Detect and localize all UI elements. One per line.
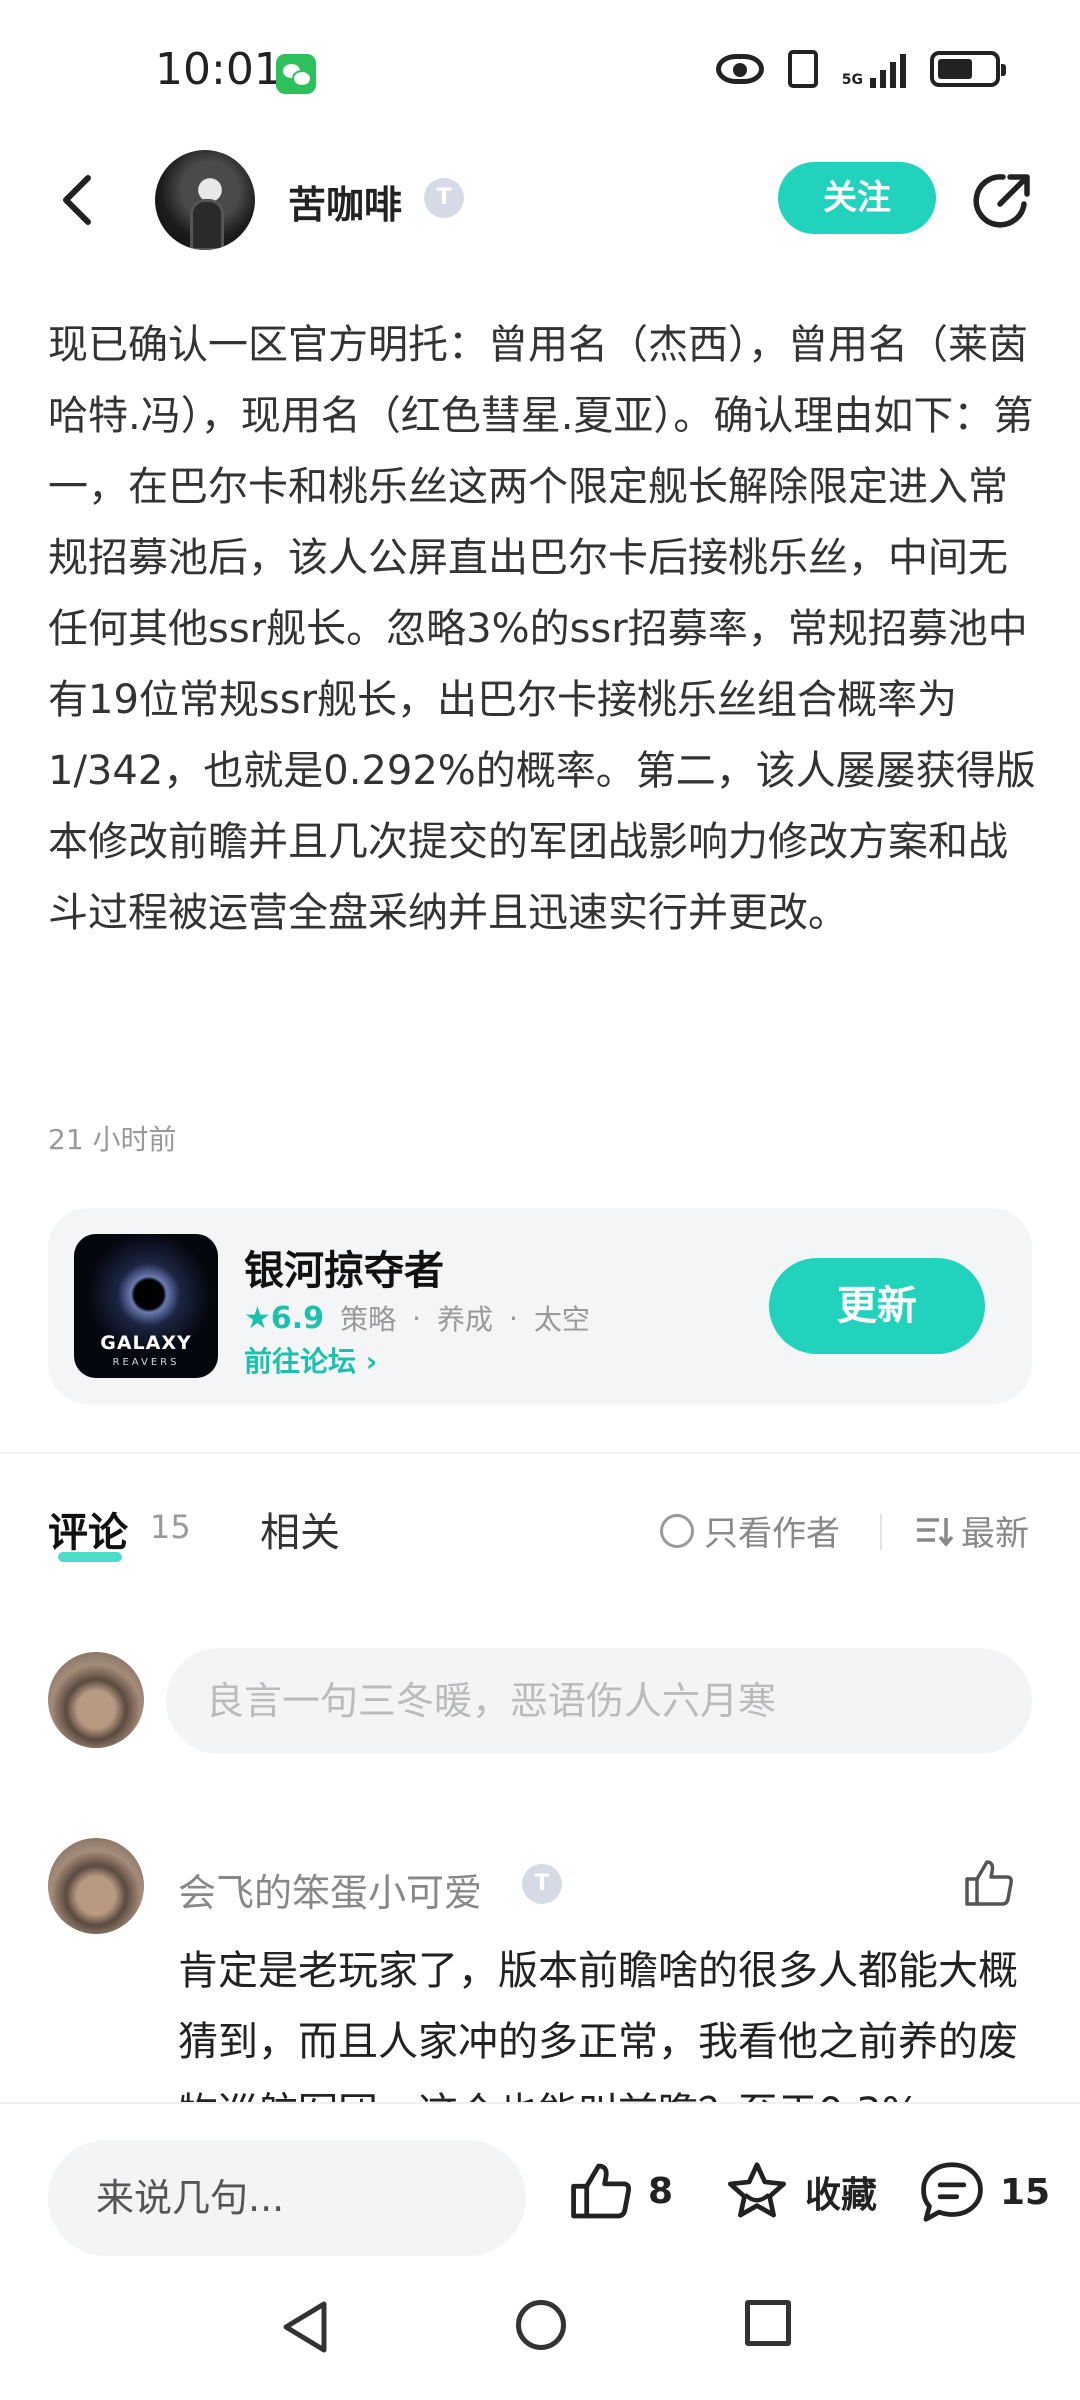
star-icon: ★ [244,1300,271,1336]
commenter-name[interactable]: 会飞的笨蛋小可爱 [178,1862,482,1917]
forum-link[interactable]: 前往论坛 › [244,1340,377,1380]
like-count: 8 [648,2170,674,2212]
game-rating: ★6.9 [244,1301,324,1336]
divider [880,1514,882,1550]
status-bar: 10:01 5G [0,0,1080,140]
comment-count: 15 [1000,2171,1051,2213]
game-rating-value: 6.9 [270,1300,325,1336]
author-name[interactable]: 苦咖啡 [288,174,402,229]
favorite-button[interactable]: 收藏 [723,2160,877,2224]
star-icon [727,2162,787,2218]
my-avatar [48,1652,144,1748]
tab-related[interactable]: 相关 [260,1500,340,1558]
radio-icon [660,1513,694,1548]
battery-icon [930,51,1006,87]
network-type: 5G [841,72,863,88]
sort-icon [917,1517,953,1547]
dot-separator: · [412,1301,421,1335]
comment-tabs: 评论 15 相关 只看作者 最新 [0,1490,1080,1570]
game-meta: ★6.9 策略 · 养成 · 太空 [244,1298,590,1338]
only-author-toggle[interactable]: 只看作者 [660,1506,840,1555]
thumbs-up-icon [571,2163,631,2219]
comment-text: 肯定是老玩家了，版本前瞻啥的很多人都能大概猜到，而且人家冲的多正常，我看他之前养… [178,1948,1018,2104]
signal-icon: 5G [842,50,906,88]
wechat-icon [276,54,316,94]
status-icons: 5G [715,50,1006,88]
eye-icon [715,54,764,84]
back-icon[interactable] [50,170,110,230]
nav-home-icon[interactable] [516,2300,566,2350]
game-tag: 策略 [340,1303,397,1336]
vibrate-icon [787,50,818,88]
author-level-badge: T [424,178,464,218]
post-time: 21 小时前 [48,1123,177,1156]
game-name[interactable]: 银河掠夺者 [244,1238,444,1296]
game-icon-subtext: REAVERS [112,1357,180,1368]
section-divider [0,1452,1080,1454]
follow-button[interactable]: 关注 [778,162,936,234]
nav-back-icon[interactable] [280,2300,330,2354]
commenter-avatar[interactable] [48,1838,144,1934]
game-card[interactable]: GALAXY REAVERS 银河掠夺者 ★6.9 策略 · 养成 · 太空 前… [48,1208,1032,1404]
say-something-input[interactable]: 来说几句... [48,2140,526,2256]
post-content: 现已确认一区官方明托：曾用名（杰西），曾用名（莱茵哈特.冯），现用名（红色彗星.… [48,322,1036,936]
share-icon[interactable] [970,168,1036,234]
favorite-label: 收藏 [805,2175,878,2216]
post-header: 苦咖啡 T 关注 [0,140,1080,260]
forum-link-label: 前往论坛 [244,1345,357,1378]
comments-count: 15 [150,1508,191,1546]
system-nav-bar [0,2252,1080,2400]
like-button[interactable]: 8 [568,2160,673,2222]
only-author-label: 只看作者 [704,1514,840,1554]
active-tab-indicator [58,1552,122,1562]
game-icon-text: GALAXY [100,1332,192,1354]
thumbs-up-icon[interactable] [962,1856,1016,1910]
update-button[interactable]: 更新 [769,1258,985,1354]
dot-separator: · [509,1301,518,1335]
nav-recents-icon[interactable] [745,2300,791,2346]
commenter-level-badge: T [522,1864,562,1904]
game-tag: 养成 [436,1303,493,1336]
comment-button[interactable]: 15 [918,2160,1050,2224]
comment-input[interactable]: 良言一句三冬暖，恶语伤人六月寒 [166,1648,1032,1754]
bottom-action-bar: 来说几句... 8 收藏 15 [0,2102,1080,2256]
status-time: 10:01 [155,44,282,95]
sort-label: 最新 [961,1514,1029,1554]
game-tag: 太空 [533,1303,590,1336]
comment-icon [921,2162,983,2222]
tab-comments[interactable]: 评论 [48,1500,128,1558]
author-avatar[interactable] [155,150,255,250]
sort-button[interactable]: 最新 [915,1506,1029,1555]
chevron-right-icon: › [365,1345,378,1378]
game-icon[interactable]: GALAXY REAVERS [74,1234,218,1378]
